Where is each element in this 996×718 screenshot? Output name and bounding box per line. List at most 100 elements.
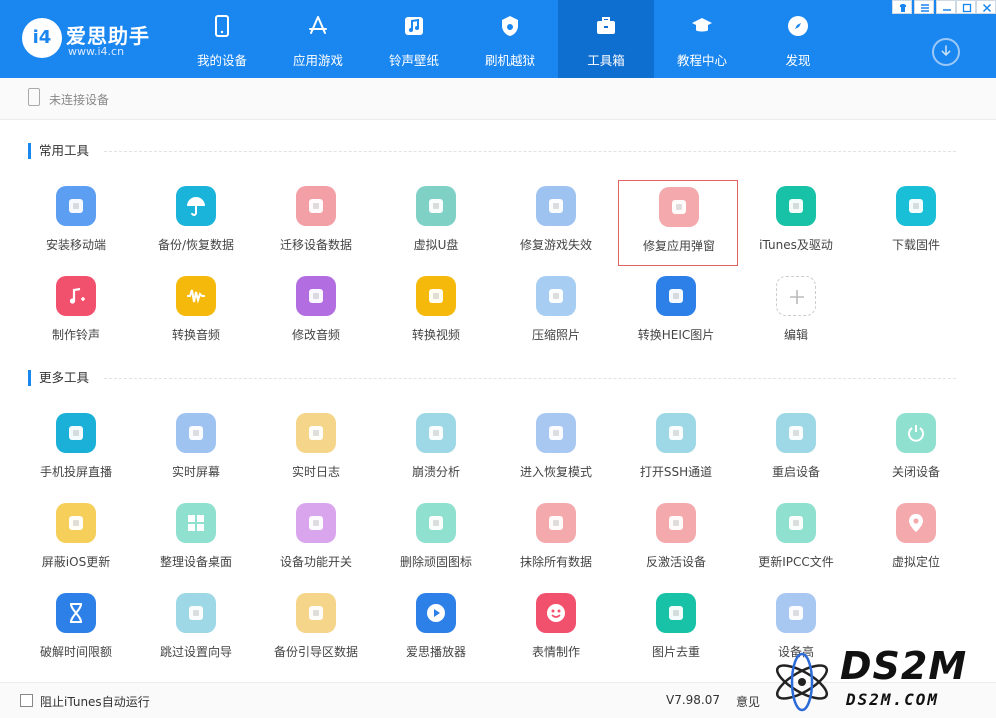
tool-item[interactable]: 下载固件	[856, 180, 976, 266]
tool-item[interactable]: 转换视频	[376, 270, 496, 356]
section-title-common: 常用工具	[28, 143, 89, 159]
tool-label: 设备功能开关	[279, 555, 352, 569]
tool-item[interactable]: 整理设备桌面	[136, 497, 256, 583]
nav-apps-games[interactable]: 应用游戏	[270, 0, 366, 78]
version-text: V7.98.07	[666, 693, 721, 707]
block-itunes-checkbox[interactable]	[20, 694, 33, 707]
tool-label: 抹除所有数据	[519, 555, 592, 569]
tool-item[interactable]: 进入恢复模式	[496, 407, 616, 493]
skin-button[interactable]	[892, 0, 912, 14]
tool-item[interactable]: 虚拟定位	[856, 497, 976, 583]
tool-label: 屏蔽iOS更新	[41, 555, 111, 569]
power-icon	[896, 413, 936, 453]
download-arrow-icon	[941, 45, 951, 57]
nav-discover[interactable]: 发现	[750, 0, 846, 78]
tool-item[interactable]: 图片去重	[616, 587, 736, 673]
log-icon	[296, 413, 336, 453]
tool-item[interactable]: 压缩照片	[496, 270, 616, 356]
grid-icon	[176, 503, 216, 543]
minimize-button[interactable]	[936, 0, 956, 14]
nav-my-device[interactable]: 我的设备	[174, 0, 270, 78]
close-button[interactable]	[976, 0, 996, 14]
waveform-icon	[176, 276, 216, 316]
feedback-link[interactable]: 意见	[736, 693, 760, 710]
tool-item[interactable]: 实时屏幕	[136, 407, 256, 493]
tool-item[interactable]: 修改音频	[256, 270, 376, 356]
tool-item[interactable]: 删除顽固图标	[376, 497, 496, 583]
tool-item[interactable]: 重启设备	[736, 407, 856, 493]
tool-item[interactable]: 编辑	[736, 270, 856, 356]
tool-item[interactable]: 爱思播放器	[376, 587, 496, 673]
itunes-icon	[776, 186, 816, 226]
nav-label: 我的设备	[196, 53, 247, 68]
skip-icon	[176, 593, 216, 633]
block-itunes-label[interactable]: 阻止iTunes自动运行	[40, 693, 150, 710]
tool-item[interactable]: 虚拟U盘	[376, 180, 496, 266]
tool-item[interactable]: iTunes及驱动	[736, 180, 856, 266]
tool-item[interactable]: 崩溃分析	[376, 407, 496, 493]
tool-item[interactable]: 设备功能开关	[256, 497, 376, 583]
phone-icon	[210, 14, 234, 38]
tool-item[interactable]: 反激活设备	[616, 497, 736, 583]
photo-icon	[536, 276, 576, 316]
maximize-button[interactable]	[956, 0, 976, 14]
section-title-more: 更多工具	[28, 370, 89, 386]
nav-label: 教程中心	[676, 53, 727, 68]
i4-app-icon	[56, 186, 96, 226]
tool-label: 修改音频	[291, 328, 340, 342]
tool-label: 安装移动端	[45, 238, 106, 252]
tool-label: 编辑	[783, 328, 808, 342]
tool-item[interactable]: 跳过设置向导	[136, 587, 256, 673]
app-window: i4 爱思助手 www.i4.cn 我的设备 应用游戏 铃声壁纸 刷机越狱 工具…	[0, 0, 996, 718]
tool-item[interactable]: 屏蔽iOS更新	[16, 497, 136, 583]
tool-item[interactable]: 修复应用弹窗	[618, 180, 738, 266]
tool-item[interactable]: 打开SSH通道	[616, 407, 736, 493]
tool-label: 转换视频	[411, 328, 460, 342]
tool-item[interactable]: 备份引导区数据	[256, 587, 376, 673]
tool-label: 整理设备桌面	[159, 555, 232, 569]
tool-label: 爱思播放器	[405, 645, 466, 659]
appstore-icon	[306, 14, 330, 38]
tool-item[interactable]: 关闭设备	[856, 407, 976, 493]
tool-item[interactable]: 安装移动端	[16, 180, 136, 266]
tool-label: 实时日志	[291, 465, 340, 479]
pie-icon	[416, 503, 456, 543]
tool-item[interactable]: 实时日志	[256, 407, 376, 493]
tool-item[interactable]: 更新IPCC文件	[736, 497, 856, 583]
tool-label: 压缩照片	[531, 328, 580, 342]
nav-toolbox[interactable]: 工具箱	[558, 0, 654, 78]
graduation-cap-icon	[690, 14, 714, 38]
brand-logo[interactable]: i4 爱思助手 www.i4.cn	[22, 18, 162, 62]
location-icon	[896, 503, 936, 543]
tool-item[interactable]: 迁移设备数据	[256, 180, 376, 266]
tool-item[interactable]: 抹除所有数据	[496, 497, 616, 583]
hourglass-icon	[56, 593, 96, 633]
tool-item[interactable]: 手机投屏直播	[16, 407, 136, 493]
download-manager-button[interactable]	[932, 38, 960, 66]
brand-url: www.i4.cn	[68, 45, 125, 58]
play-icon	[416, 593, 456, 633]
menu-button[interactable]	[914, 0, 934, 14]
tool-item[interactable]: 备份/恢复数据	[136, 180, 256, 266]
usb-icon	[416, 186, 456, 226]
nav-tutorials[interactable]: 教程中心	[654, 0, 750, 78]
tool-label: 实时屏幕	[171, 465, 220, 479]
music-note-icon	[402, 14, 426, 38]
section-divider	[104, 378, 956, 379]
tool-item[interactable]: 转换音频	[136, 270, 256, 356]
tool-label: iTunes及驱动	[759, 238, 833, 252]
tool-label: 修复应用弹窗	[642, 239, 715, 253]
tool-label: 转换HEIC图片	[637, 328, 715, 342]
tool-item[interactable]: 制作铃声	[16, 270, 136, 356]
nav-ringtones[interactable]: 铃声壁纸	[366, 0, 462, 78]
tool-label: 删除顽固图标	[399, 555, 472, 569]
tool-item[interactable]: 破解时间限额	[16, 587, 136, 673]
nav-flash-jailbreak[interactable]: 刷机越狱	[462, 0, 558, 78]
toggle-icon	[296, 503, 336, 543]
ringtone-icon	[56, 276, 96, 316]
tool-item[interactable]: 转换HEIC图片	[616, 270, 736, 356]
tool-item[interactable]: 表情制作	[496, 587, 616, 673]
umbrella-icon	[176, 186, 216, 226]
tool-item[interactable]: 修复游戏失效	[496, 180, 616, 266]
shirt-icon	[900, 4, 906, 12]
